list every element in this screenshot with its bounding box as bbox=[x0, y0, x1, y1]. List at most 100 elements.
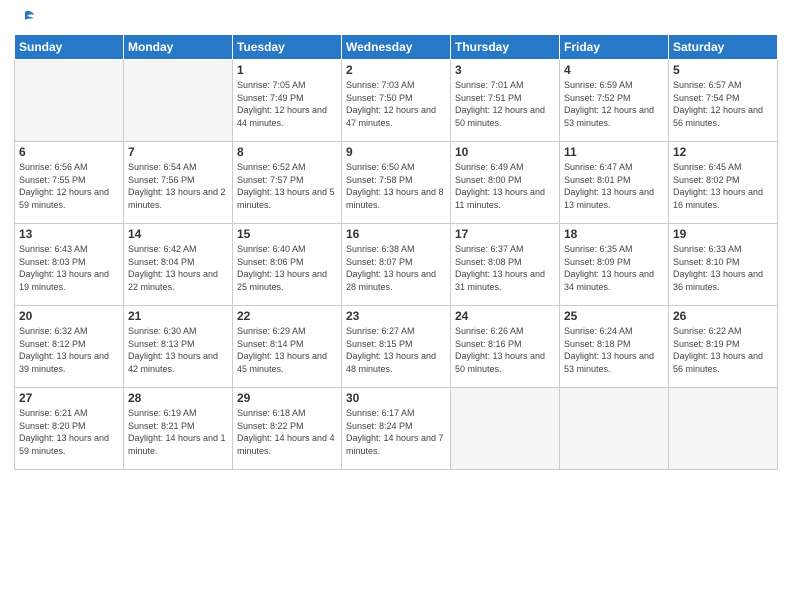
day-detail: Sunrise: 6:22 AM Sunset: 8:19 PM Dayligh… bbox=[673, 325, 773, 375]
day-number: 19 bbox=[673, 227, 773, 241]
calendar-cell: 15 Sunrise: 6:40 AM Sunset: 8:06 PM Dayli… bbox=[233, 224, 342, 306]
calendar-cell: 1 Sunrise: 7:05 AM Sunset: 7:49 PM Daylig… bbox=[233, 60, 342, 142]
calendar-cell bbox=[15, 60, 124, 142]
calendar-cell: 6 Sunrise: 6:56 AM Sunset: 7:55 PM Daylig… bbox=[15, 142, 124, 224]
calendar-cell bbox=[669, 388, 778, 470]
calendar-cell bbox=[451, 388, 560, 470]
weekday-header-row: SundayMondayTuesdayWednesdayThursdayFrid… bbox=[15, 35, 778, 60]
day-number: 15 bbox=[237, 227, 337, 241]
day-number: 29 bbox=[237, 391, 337, 405]
logo bbox=[14, 10, 35, 26]
day-detail: Sunrise: 6:59 AM Sunset: 7:52 PM Dayligh… bbox=[564, 79, 664, 129]
day-detail: Sunrise: 6:45 AM Sunset: 8:02 PM Dayligh… bbox=[673, 161, 773, 211]
calendar-cell: 22Sunrise: 6:29 AM Sunset: 8:14 PM Dayli… bbox=[233, 306, 342, 388]
weekday-header-monday: Monday bbox=[124, 35, 233, 60]
day-number: 2 bbox=[346, 63, 446, 77]
day-detail: Sunrise: 7:05 AM Sunset: 7:49 PM Dayligh… bbox=[237, 79, 337, 129]
calendar-cell: 20 Sunrise: 6:32 AM Sunset: 8:12 PM Dayli… bbox=[15, 306, 124, 388]
day-number: 10 bbox=[455, 145, 555, 159]
day-detail: Sunrise: 6:35 AM Sunset: 8:09 PM Dayligh… bbox=[564, 243, 664, 293]
day-detail: Sunrise: 6:38 AM Sunset: 8:07 PM Dayligh… bbox=[346, 243, 446, 293]
calendar-cell: 11 Sunrise: 6:47 AM Sunset: 8:01 PM Dayli… bbox=[560, 142, 669, 224]
day-detail: Sunrise: 6:43 AM Sunset: 8:03 PM Dayligh… bbox=[19, 243, 119, 293]
day-number: 5 bbox=[673, 63, 773, 77]
day-detail: Sunrise: 6:54 AM Sunset: 7:56 PM Dayligh… bbox=[128, 161, 228, 211]
day-detail: Sunrise: 6:50 AM Sunset: 7:58 PM Dayligh… bbox=[346, 161, 446, 211]
weekday-header-friday: Friday bbox=[560, 35, 669, 60]
day-number: 1 bbox=[237, 63, 337, 77]
calendar-cell: 17 Sunrise: 6:37 AM Sunset: 8:08 PM Dayli… bbox=[451, 224, 560, 306]
day-number: 14 bbox=[128, 227, 228, 241]
calendar-cell: 25Sunrise: 6:24 AM Sunset: 8:18 PM Dayli… bbox=[560, 306, 669, 388]
day-detail: Sunrise: 6:27 AM Sunset: 8:15 PM Dayligh… bbox=[346, 325, 446, 375]
week-row-3: 13 Sunrise: 6:43 AM Sunset: 8:03 PM Dayli… bbox=[15, 224, 778, 306]
day-number: 11 bbox=[564, 145, 664, 159]
day-detail: Sunrise: 6:37 AM Sunset: 8:08 PM Dayligh… bbox=[455, 243, 555, 293]
calendar-cell: 23 Sunrise: 6:27 AM Sunset: 8:15 PM Dayli… bbox=[342, 306, 451, 388]
calendar-cell: 28 Sunrise: 6:19 AM Sunset: 8:21 PM Dayli… bbox=[124, 388, 233, 470]
day-number: 8 bbox=[237, 145, 337, 159]
calendar-cell: 8 Sunrise: 6:52 AM Sunset: 7:57 PM Daylig… bbox=[233, 142, 342, 224]
calendar-cell: 2 Sunrise: 7:03 AM Sunset: 7:50 PM Daylig… bbox=[342, 60, 451, 142]
day-detail: Sunrise: 6:52 AM Sunset: 7:57 PM Dayligh… bbox=[237, 161, 337, 211]
calendar-cell: 27 Sunrise: 6:21 AM Sunset: 8:20 PM Dayli… bbox=[15, 388, 124, 470]
day-detail: Sunrise: 6:32 AM Sunset: 8:12 PM Dayligh… bbox=[19, 325, 119, 375]
day-detail: Sunrise: 6:49 AM Sunset: 8:00 PM Dayligh… bbox=[455, 161, 555, 211]
weekday-header-sunday: Sunday bbox=[15, 35, 124, 60]
day-detail: Sunrise: 6:33 AM Sunset: 8:10 PM Dayligh… bbox=[673, 243, 773, 293]
day-number: 21 bbox=[128, 309, 228, 323]
day-number: 20 bbox=[19, 309, 119, 323]
day-number: 13 bbox=[19, 227, 119, 241]
day-detail: Sunrise: 6:21 AM Sunset: 8:20 PM Dayligh… bbox=[19, 407, 119, 457]
calendar-cell: 16 Sunrise: 6:38 AM Sunset: 8:07 PM Dayli… bbox=[342, 224, 451, 306]
logo-bird-icon bbox=[15, 10, 35, 28]
weekday-header-wednesday: Wednesday bbox=[342, 35, 451, 60]
day-detail: Sunrise: 6:19 AM Sunset: 8:21 PM Dayligh… bbox=[128, 407, 228, 457]
weekday-header-thursday: Thursday bbox=[451, 35, 560, 60]
calendar-cell: 30Sunrise: 6:17 AM Sunset: 8:24 PM Dayli… bbox=[342, 388, 451, 470]
day-number: 7 bbox=[128, 145, 228, 159]
calendar-cell: 19 Sunrise: 6:33 AM Sunset: 8:10 PM Dayli… bbox=[669, 224, 778, 306]
day-detail: Sunrise: 6:17 AM Sunset: 8:24 PM Dayligh… bbox=[346, 407, 446, 457]
calendar-cell: 3 Sunrise: 7:01 AM Sunset: 7:51 PM Daylig… bbox=[451, 60, 560, 142]
calendar-cell: 4 Sunrise: 6:59 AM Sunset: 7:52 PM Daylig… bbox=[560, 60, 669, 142]
calendar-cell: 18 Sunrise: 6:35 AM Sunset: 8:09 PM Dayli… bbox=[560, 224, 669, 306]
day-detail: Sunrise: 6:42 AM Sunset: 8:04 PM Dayligh… bbox=[128, 243, 228, 293]
day-number: 3 bbox=[455, 63, 555, 77]
day-number: 24 bbox=[455, 309, 555, 323]
calendar-cell: 29 Sunrise: 6:18 AM Sunset: 8:22 PM Dayli… bbox=[233, 388, 342, 470]
calendar-cell: 10 Sunrise: 6:49 AM Sunset: 8:00 PM Dayli… bbox=[451, 142, 560, 224]
day-detail: Sunrise: 6:40 AM Sunset: 8:06 PM Dayligh… bbox=[237, 243, 337, 293]
day-detail: Sunrise: 6:47 AM Sunset: 8:01 PM Dayligh… bbox=[564, 161, 664, 211]
day-number: 23 bbox=[346, 309, 446, 323]
day-detail: Sunrise: 6:56 AM Sunset: 7:55 PM Dayligh… bbox=[19, 161, 119, 211]
week-row-2: 6 Sunrise: 6:56 AM Sunset: 7:55 PM Daylig… bbox=[15, 142, 778, 224]
day-detail: Sunrise: 7:03 AM Sunset: 7:50 PM Dayligh… bbox=[346, 79, 446, 129]
day-number: 18 bbox=[564, 227, 664, 241]
calendar-cell: 12 Sunrise: 6:45 AM Sunset: 8:02 PM Dayli… bbox=[669, 142, 778, 224]
day-detail: Sunrise: 6:30 AM Sunset: 8:13 PM Dayligh… bbox=[128, 325, 228, 375]
day-number: 28 bbox=[128, 391, 228, 405]
day-detail: Sunrise: 7:01 AM Sunset: 7:51 PM Dayligh… bbox=[455, 79, 555, 129]
day-number: 6 bbox=[19, 145, 119, 159]
calendar-table: SundayMondayTuesdayWednesdayThursdayFrid… bbox=[14, 34, 778, 470]
day-detail: Sunrise: 6:18 AM Sunset: 8:22 PM Dayligh… bbox=[237, 407, 337, 457]
day-number: 16 bbox=[346, 227, 446, 241]
week-row-4: 20 Sunrise: 6:32 AM Sunset: 8:12 PM Dayli… bbox=[15, 306, 778, 388]
calendar-cell bbox=[560, 388, 669, 470]
day-number: 17 bbox=[455, 227, 555, 241]
calendar-cell bbox=[124, 60, 233, 142]
day-detail: Sunrise: 6:26 AM Sunset: 8:16 PM Dayligh… bbox=[455, 325, 555, 375]
day-number: 12 bbox=[673, 145, 773, 159]
calendar-cell: 13 Sunrise: 6:43 AM Sunset: 8:03 PM Dayli… bbox=[15, 224, 124, 306]
calendar-cell: 5Sunrise: 6:57 AM Sunset: 7:54 PM Daylig… bbox=[669, 60, 778, 142]
calendar-cell: 7 Sunrise: 6:54 AM Sunset: 7:56 PM Daylig… bbox=[124, 142, 233, 224]
calendar-cell: 14 Sunrise: 6:42 AM Sunset: 8:04 PM Dayli… bbox=[124, 224, 233, 306]
day-number: 22 bbox=[237, 309, 337, 323]
day-number: 9 bbox=[346, 145, 446, 159]
calendar-cell: 24 Sunrise: 6:26 AM Sunset: 8:16 PM Dayli… bbox=[451, 306, 560, 388]
day-number: 4 bbox=[564, 63, 664, 77]
weekday-header-saturday: Saturday bbox=[669, 35, 778, 60]
day-number: 27 bbox=[19, 391, 119, 405]
day-number: 25 bbox=[564, 309, 664, 323]
